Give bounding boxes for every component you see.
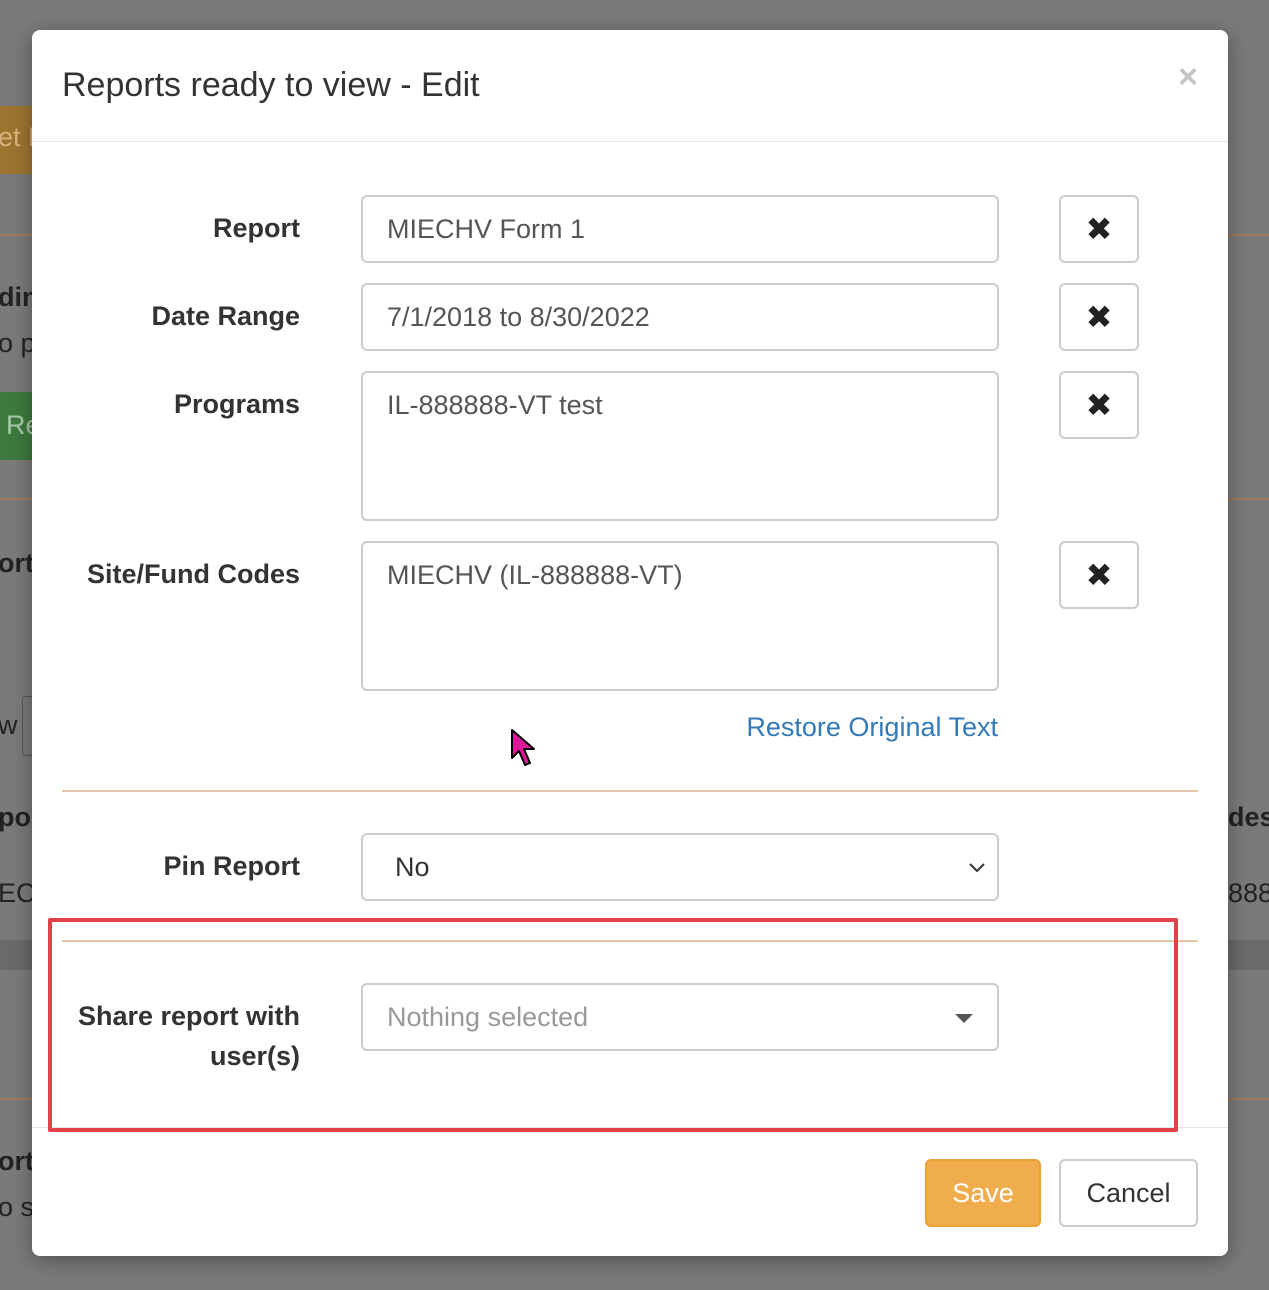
background-text: po [0,802,31,832]
chevron-down-icon [969,863,985,873]
background-divider [0,1098,32,1100]
site-fund-codes-field[interactable]: MIECHV (IL-888888-VT) [361,541,999,691]
background-text: w [0,710,18,740]
pin-report-label: Pin Report [163,851,300,881]
background-divider [0,498,32,500]
cancel-button[interactable]: Cancel [1059,1159,1198,1227]
programs-label: Programs [173,389,300,419]
background-text: ort [0,548,34,578]
clear-date-range-button[interactable]: ✖ [1059,283,1139,351]
modal-header: Reports ready to view - Edit × [32,30,1228,142]
background-divider [1228,234,1269,236]
close-icon: ✖ [1085,387,1113,423]
close-icon[interactable]: × [1178,60,1198,94]
clear-report-button[interactable]: ✖ [1059,195,1139,263]
background-text: 888 [1228,878,1269,908]
report-label: Report [213,213,300,243]
restore-original-text-link[interactable]: Restore Original Text [746,712,998,743]
background-divider [0,234,32,236]
clear-site-fund-codes-button[interactable]: ✖ [1059,541,1139,609]
close-icon: ✖ [1085,211,1113,247]
background-divider [1228,498,1269,500]
date-range-label: Date Range [151,301,300,331]
section-divider [62,790,1198,792]
pin-report-select[interactable]: No [361,833,999,901]
mouse-cursor-icon [511,729,535,766]
background-text: ort [0,1146,34,1176]
background-text: des [1228,802,1269,832]
save-button[interactable]: Save [925,1159,1041,1227]
close-icon: ✖ [1085,557,1113,593]
background-text: o p [0,328,36,358]
background-text: o s [0,1192,35,1222]
pin-report-value: No [395,852,430,882]
programs-field[interactable]: IL-888888-VT test [361,371,999,521]
clear-programs-button[interactable]: ✖ [1059,371,1139,439]
background-divider [1228,1098,1269,1100]
report-field[interactable]: MIECHV Form 1 [361,195,999,263]
date-range-field[interactable]: 7/1/2018 to 8/30/2022 [361,283,999,351]
site-fund-codes-label: Site/Fund Codes [86,559,300,589]
highlight-annotation-box [48,918,1178,1132]
modal-title: Reports ready to view - Edit [62,66,480,104]
background-text: EC [0,878,36,908]
close-icon: ✖ [1085,299,1113,335]
